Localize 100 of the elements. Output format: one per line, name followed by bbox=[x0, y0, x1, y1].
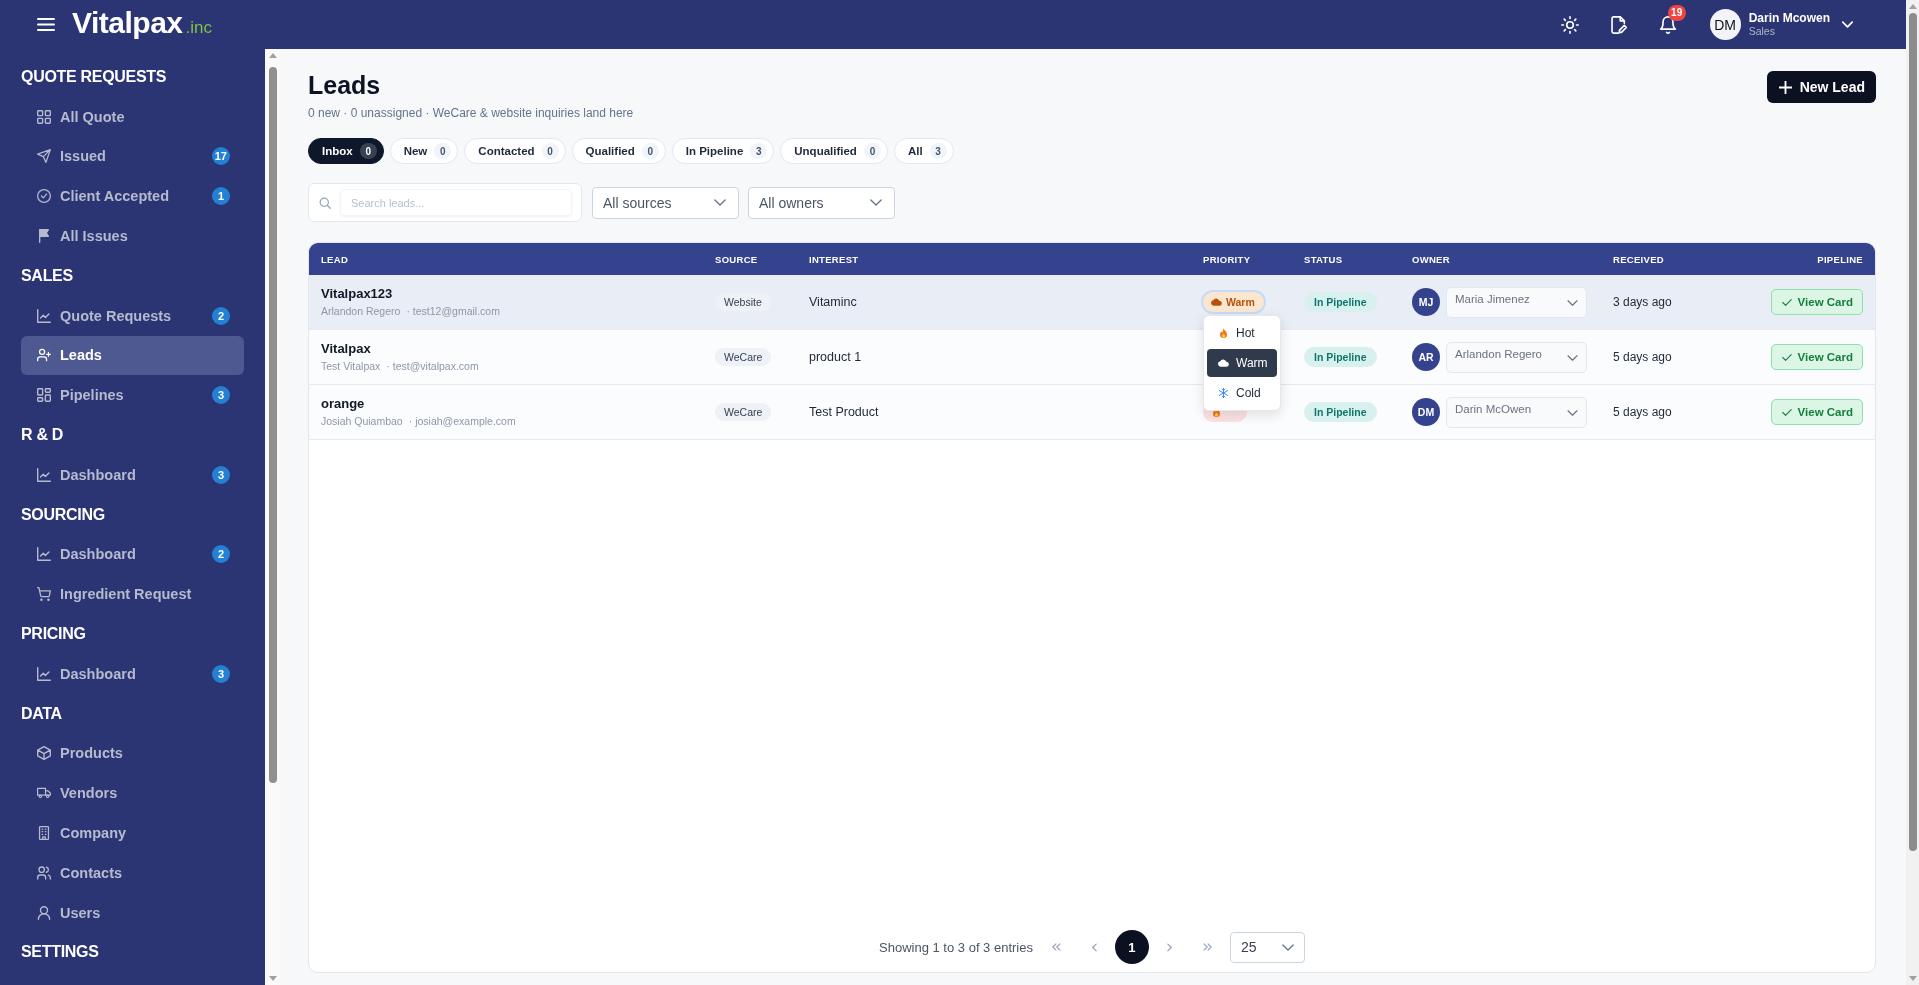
chevron-down-icon bbox=[1567, 355, 1578, 361]
interest-text: Test Product bbox=[809, 405, 879, 419]
tab-count: 3 bbox=[750, 143, 768, 159]
chevron-left-icon[interactable] bbox=[1090, 942, 1097, 952]
section-heading: QUOTE REQUESTS bbox=[20, 66, 168, 87]
chevrons-left-icon[interactable] bbox=[1050, 943, 1061, 951]
lead-name: orange bbox=[321, 396, 366, 412]
filter-tab[interactable]: New 0 bbox=[389, 138, 459, 164]
column-header: STATUS bbox=[1304, 253, 1344, 265]
lead-contact: Arlandon Regero bbox=[321, 305, 401, 318]
menu-item[interactable]: Warm bbox=[1207, 349, 1277, 377]
plus-icon bbox=[1778, 80, 1792, 94]
filter-tab[interactable]: Contacted 0 bbox=[464, 138, 566, 164]
menu-icon[interactable] bbox=[37, 18, 55, 31]
scrollbar-thumb[interactable] bbox=[268, 67, 277, 783]
sidebar-item[interactable]: All Issues bbox=[21, 216, 244, 256]
filter-tab[interactable]: Unqualified 0 bbox=[780, 138, 888, 164]
column-header: SOURCE bbox=[715, 253, 759, 265]
check-icon bbox=[1781, 353, 1792, 361]
sidebar-item[interactable]: Client Accepted 1 bbox=[21, 176, 244, 217]
scroll-up-icon[interactable] bbox=[1908, 4, 1917, 9]
column-header: PRIORITY bbox=[1203, 253, 1252, 265]
filter-tab[interactable]: All 3 bbox=[893, 138, 954, 164]
view-card-button[interactable]: View Card bbox=[1770, 344, 1863, 370]
layout-icon bbox=[37, 388, 51, 403]
view-card-button[interactable]: View Card bbox=[1770, 399, 1863, 425]
user-avatar[interactable]: DM bbox=[1709, 9, 1741, 40]
page-size-select[interactable]: 25 bbox=[1229, 931, 1305, 963]
box-icon bbox=[37, 746, 51, 761]
scroll-down-icon[interactable] bbox=[268, 976, 277, 981]
sidebar-item[interactable]: Pipelines 3 bbox=[21, 375, 244, 416]
scroll-down-icon[interactable] bbox=[1908, 976, 1917, 981]
flag-icon bbox=[37, 229, 51, 244]
filter-tab[interactable]: Qualified 0 bbox=[571, 138, 666, 164]
sidebar-item[interactable]: Ingredient Request bbox=[21, 574, 244, 615]
lead-contact: Test Vitalpax bbox=[321, 360, 381, 373]
sidebar-item[interactable]: Dashboard 3 bbox=[21, 454, 244, 495]
owner-select[interactable]: Darin McOwen bbox=[1446, 396, 1587, 428]
sidebar-item[interactable]: All Quote bbox=[21, 96, 244, 137]
line-chart-icon bbox=[37, 547, 51, 562]
tab-count: 0 bbox=[863, 143, 881, 159]
sidebar-item[interactable]: Products bbox=[21, 733, 244, 774]
sidebar-item[interactable]: Dashboard 3 bbox=[21, 653, 244, 694]
check-icon bbox=[1781, 408, 1792, 416]
scrollbar-thumb[interactable] bbox=[1908, 13, 1917, 851]
count-badge: 2 bbox=[212, 306, 230, 325]
menu-item[interactable]: Cold bbox=[1207, 379, 1277, 407]
section-heading: DATA bbox=[20, 703, 63, 724]
sidebar-item[interactable]: Contacts bbox=[21, 852, 244, 893]
chevron-right-icon[interactable] bbox=[1166, 942, 1173, 952]
source-tag: WeCare bbox=[715, 348, 772, 366]
lead-email: · test@vitalpax.com bbox=[386, 360, 479, 373]
bell-icon[interactable] bbox=[1658, 15, 1677, 34]
search-input[interactable]: Search leads... bbox=[340, 189, 572, 216]
scrollbar[interactable] bbox=[1906, 0, 1919, 985]
lead-name: Vitalpax bbox=[321, 341, 372, 357]
owner-select[interactable]: Arlandon Regero bbox=[1446, 341, 1587, 373]
filter-select[interactable]: All sources bbox=[592, 186, 739, 219]
line-chart-icon bbox=[37, 308, 51, 323]
sun-icon[interactable] bbox=[1560, 15, 1579, 34]
source-tag: WeCare bbox=[715, 403, 772, 421]
sidebar-item[interactable]: Users bbox=[21, 892, 244, 933]
chevron-down-icon bbox=[1567, 410, 1578, 416]
filter-tab[interactable]: Inbox 0 bbox=[308, 138, 384, 164]
column-header: LEAD bbox=[321, 253, 350, 265]
new-lead-button[interactable]: New Lead bbox=[1766, 71, 1876, 103]
chevron-down-icon bbox=[870, 199, 882, 206]
menu-item[interactable]: Hot bbox=[1207, 319, 1277, 347]
column-header: RECEIVED bbox=[1613, 253, 1665, 265]
sidebar-item[interactable]: Issued 17 bbox=[21, 136, 244, 177]
tab-count: 0 bbox=[641, 143, 659, 159]
chevrons-right-icon[interactable] bbox=[1202, 943, 1213, 951]
file-edit-icon[interactable] bbox=[1609, 15, 1628, 34]
sidebar-item[interactable]: Company bbox=[21, 813, 244, 853]
tab-count: 0 bbox=[541, 143, 559, 159]
chevron-down-icon[interactable] bbox=[1842, 21, 1853, 28]
view-card-button[interactable]: View Card bbox=[1770, 289, 1863, 315]
sidebar-item[interactable]: Quote Requests 2 bbox=[21, 295, 244, 336]
section-heading: SALES bbox=[20, 265, 74, 286]
column-header: INTEREST bbox=[809, 253, 860, 265]
sidebar-item[interactable]: Dashboard 2 bbox=[21, 534, 244, 575]
check-circle-icon bbox=[37, 189, 51, 204]
sidebar-item[interactable]: Leads bbox=[21, 335, 244, 376]
column-header: OWNER bbox=[1412, 253, 1451, 265]
owner-select[interactable]: Maria Jimenez bbox=[1446, 286, 1587, 318]
sidebar-item[interactable]: Vendors bbox=[21, 773, 244, 814]
user-name: Darin Mcowen bbox=[1748, 11, 1830, 25]
section-heading: PRICING bbox=[20, 624, 87, 645]
page-button[interactable]: 1 bbox=[1114, 930, 1149, 964]
search-icon bbox=[319, 196, 331, 209]
users-icon bbox=[37, 865, 51, 880]
scroll-up-icon[interactable] bbox=[268, 53, 277, 58]
flame-icon bbox=[1218, 328, 1229, 338]
filter-select[interactable]: All owners bbox=[748, 186, 895, 219]
filter-tab[interactable]: In Pipeline 3 bbox=[671, 138, 775, 164]
lead-name: Vitalpax123 bbox=[321, 286, 394, 302]
source-tag: Website bbox=[715, 293, 771, 311]
check-icon bbox=[1781, 298, 1792, 306]
priority-pill[interactable]: Warm bbox=[1203, 292, 1264, 312]
count-badge: 3 bbox=[212, 386, 230, 405]
